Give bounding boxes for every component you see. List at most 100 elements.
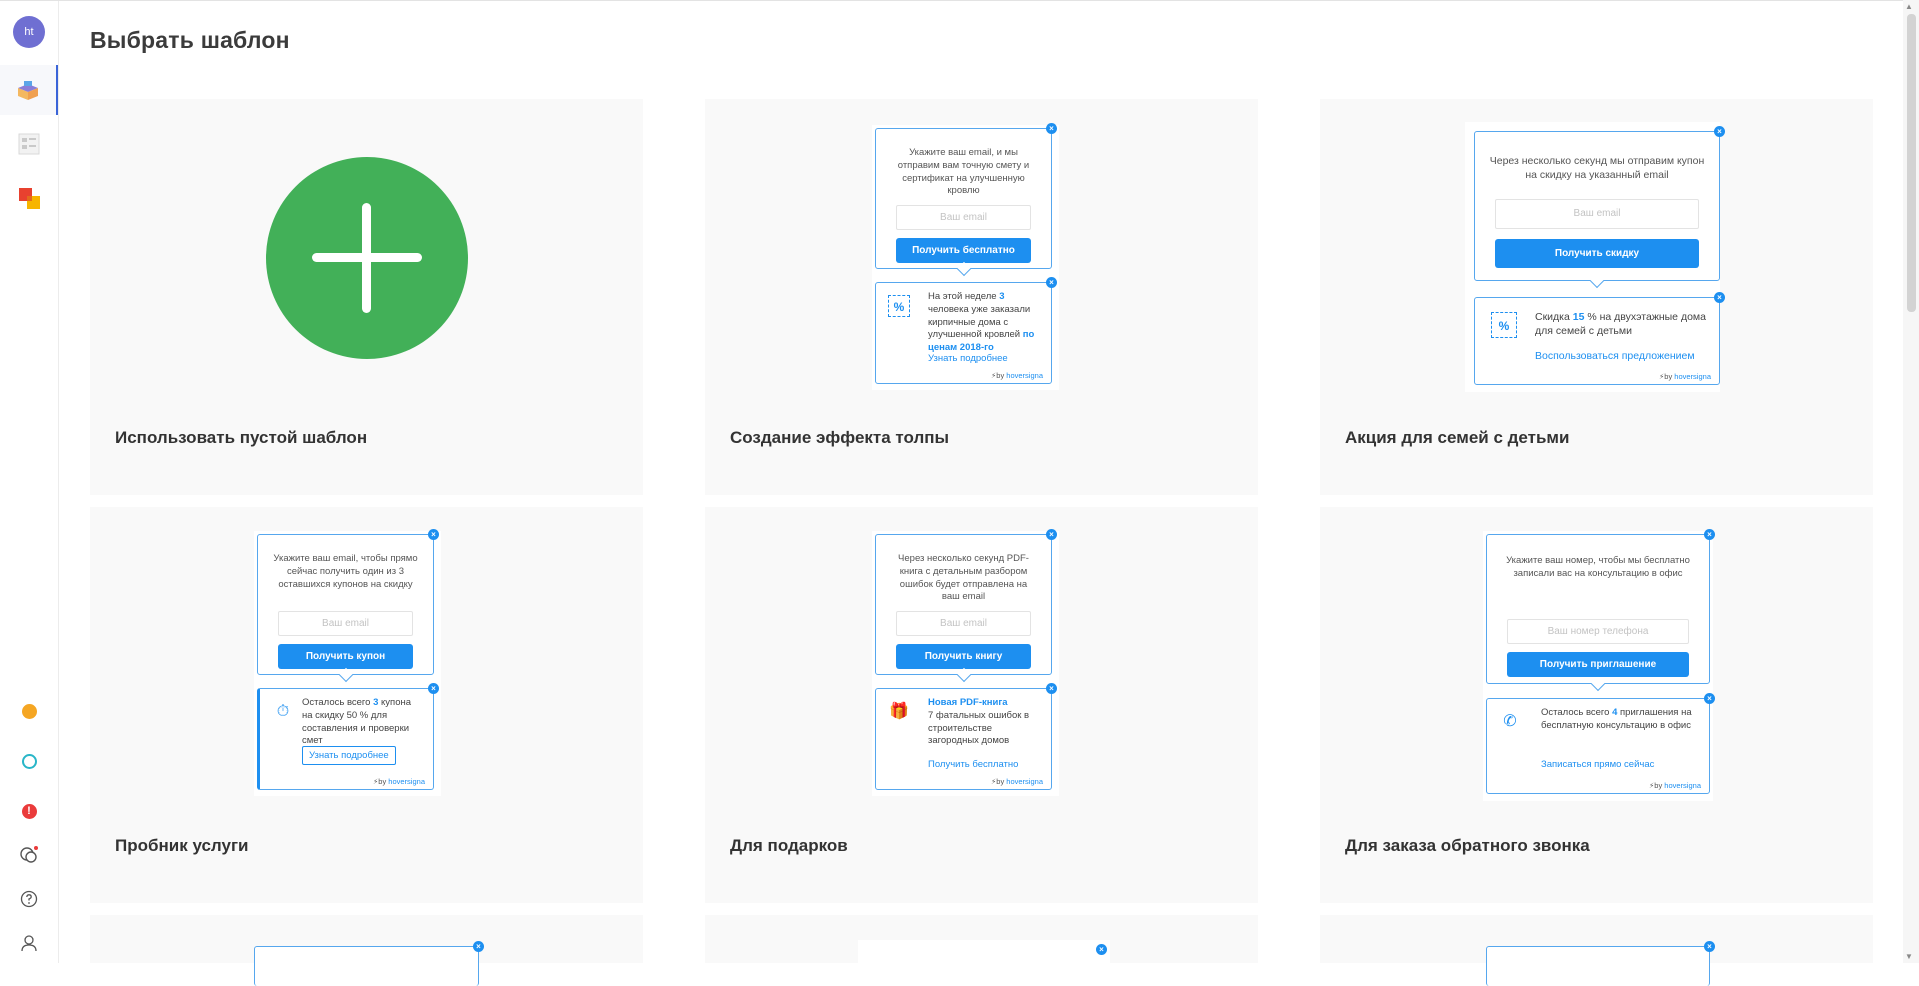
scrollbar-thumb[interactable] [1907, 14, 1916, 312]
popup-text: Через несколько секунд PDF-книга с детал… [898, 553, 1029, 603]
close-icon: × [1704, 529, 1715, 540]
email-field: Ваш email [1495, 199, 1699, 229]
close-icon: × [1714, 126, 1725, 137]
popup-button: Получить книгу [896, 644, 1031, 669]
notification-text: Осталось всего 4 приглашения на бесплатн… [1541, 707, 1692, 731]
top-border [0, 0, 1919, 1]
template-card-blank[interactable]: Использовать пустой шаблон [90, 99, 643, 495]
box-templates-icon [18, 81, 38, 100]
popup-form: × Через несколько секунд PDF-книга с дет… [875, 529, 1057, 683]
page-title: Выбрать шаблон [90, 27, 290, 53]
template-card-partial[interactable]: × [1320, 915, 1873, 986]
close-icon: × [1704, 941, 1715, 952]
sidebar-teal-status[interactable] [0, 736, 58, 786]
sidebar-orange-status[interactable] [0, 686, 58, 736]
avatar: ht [13, 16, 45, 48]
notification-link: Получить бесплатно [928, 759, 1019, 770]
popup-form: × [865, 944, 1107, 986]
sidebar: ht ! [0, 1, 59, 963]
notification-text: На этой неделе 3 человека уже заказали к… [928, 291, 1035, 354]
list-layout-icon [18, 133, 40, 155]
notification: × ⏱ Осталось всего 3 купона на скидку 50… [257, 683, 439, 790]
template-card-crowd-effect[interactable]: × Укажите ваш email, и мы отправим вам т… [705, 99, 1258, 495]
popup-form: × Укажите ваш email, и мы отправим вам т… [875, 123, 1057, 277]
notification: × ✆ Осталось всего 4 приглашения на бесп… [1486, 693, 1715, 794]
orange-circle-icon [21, 703, 37, 719]
template-card-partial[interactable]: × [705, 915, 1258, 986]
brand-label: ⚡by hoversigna [373, 777, 425, 786]
sidebar-item-squares[interactable] [0, 173, 58, 223]
plus-icon [266, 157, 468, 359]
sidebar-help[interactable] [0, 874, 58, 924]
popup-form: × Укажите ваш email, чтобы прямо сейчас … [257, 529, 439, 683]
card-title: Использовать пустой шаблон [115, 428, 368, 447]
template-card-partial[interactable]: × [90, 915, 643, 986]
popup-form: × [254, 941, 484, 986]
template-card-service-trial[interactable]: × Укажите ваш email, чтобы прямо сейчас … [90, 507, 643, 903]
popup-text: Через несколько секунд мы отправим купон… [1489, 155, 1705, 182]
brand-label: ⚡by hoversigna [1649, 781, 1701, 790]
notification-link: Записаться прямо сейчас [1541, 759, 1655, 770]
brand-label: ⚡by hoversigna [991, 371, 1043, 380]
close-icon: × [1704, 693, 1715, 704]
alert-icon: ! [21, 803, 37, 819]
popup-form: × Через несколько секунд мы отправим куп… [1474, 126, 1725, 289]
popup-button: Получить скидку [1495, 239, 1699, 268]
notification-text: Скидка 15 % на двухэтажные дома для семе… [1535, 311, 1706, 338]
template-card-callback[interactable]: × Укажите ваш номер, чтобы мы бесплатно … [1320, 507, 1873, 903]
scroll-down-icon[interactable]: ▼ [1905, 952, 1913, 961]
notification: × % На этой неделе 3 человека уже заказа… [875, 277, 1057, 384]
card-title: Акция для семей с детьми [1345, 428, 1570, 447]
email-field: Ваш email [896, 205, 1031, 230]
popup-text: Укажите ваш email, и мы отправим вам точ… [897, 147, 1030, 197]
close-icon: × [1046, 683, 1057, 694]
popup-form: × [1486, 941, 1715, 986]
scroll-up-icon[interactable]: ▲ [1905, 2, 1913, 11]
notification: × % Скидка 15 % на двухэтажные дома для … [1474, 292, 1725, 385]
popup-text: Укажите ваш номер, чтобы мы бесплатно за… [1506, 555, 1690, 579]
popup-form: × Укажите ваш номер, чтобы мы бесплатно … [1486, 529, 1715, 692]
close-icon: × [428, 529, 439, 540]
user-avatar-button[interactable]: ht [0, 7, 58, 57]
template-preview: × Через несколько секунд мы отправим куп… [1465, 122, 1725, 392]
popup-text: Укажите ваш email, чтобы прямо сейчас по… [273, 553, 418, 590]
close-icon: × [428, 683, 439, 694]
sidebar-alerts[interactable]: ! [0, 786, 58, 836]
user-icon [21, 935, 37, 952]
notification-text: Новая PDF-книга 7 фатальных ошибок в стро… [928, 697, 1030, 747]
template-card-gifts[interactable]: × Через несколько секунд PDF-книга с дет… [705, 507, 1258, 903]
card-title: Пробник услуги [115, 836, 249, 855]
close-icon: × [1046, 277, 1057, 288]
brand-label: ⚡by hoversigna [991, 777, 1043, 786]
close-icon: × [1714, 292, 1725, 303]
close-icon: × [473, 941, 484, 952]
popup-button: Получить приглашение [1507, 652, 1689, 677]
close-icon: × [1096, 944, 1107, 955]
percent-icon: % [1491, 312, 1517, 338]
phone-icon: ✆ [1503, 713, 1517, 730]
card-title: Для подарков [730, 836, 848, 855]
popup-button: Получить купон [278, 644, 413, 669]
card-title: Создание эффекта толпы [730, 428, 950, 447]
template-preview: × Укажите ваш email, чтобы прямо сейчас … [254, 529, 441, 796]
teal-circle-icon [21, 753, 37, 769]
email-field: Ваш email [896, 611, 1031, 636]
template-preview: × Укажите ваш номер, чтобы мы бесплатно … [1483, 529, 1715, 801]
close-icon: × [1046, 123, 1057, 134]
card-title: Для заказа обратного звонка [1345, 836, 1590, 855]
phone-field: Ваш номер телефона [1507, 619, 1689, 644]
chat-icon [20, 846, 38, 863]
notification-link: Узнать подробнее [302, 746, 396, 765]
color-squares-icon [19, 188, 40, 209]
close-icon: × [1046, 529, 1057, 540]
sidebar-profile[interactable] [0, 918, 58, 968]
template-preview: × Через несколько секунд PDF-книга с дет… [872, 529, 1059, 796]
sidebar-chat[interactable] [0, 830, 58, 880]
sidebar-item-list[interactable] [0, 119, 58, 169]
sidebar-item-templates[interactable] [0, 65, 58, 115]
notification-text: Осталось всего 3 купона на скидку 50 % д… [302, 697, 412, 747]
gift-icon: 🎁 [889, 703, 909, 720]
brand-label: ⚡by hoversigna [1659, 372, 1711, 381]
notification-link: Воспользоваться предложением [1535, 350, 1695, 362]
template-card-family-promo[interactable]: × Через несколько секунд мы отправим куп… [1320, 99, 1873, 495]
